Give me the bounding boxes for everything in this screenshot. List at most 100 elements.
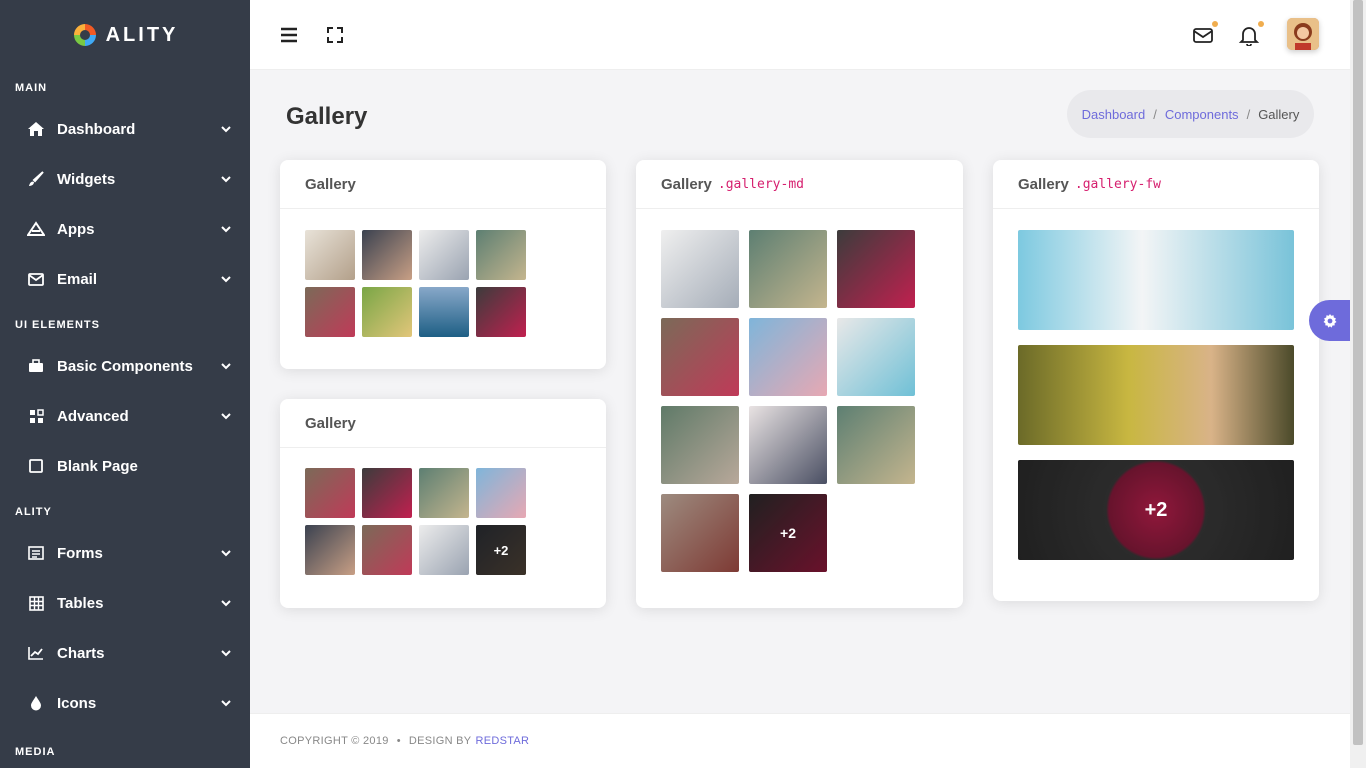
bell-icon[interactable] <box>1238 24 1260 46</box>
sidebar-item-widgets[interactable]: Widgets <box>0 154 250 204</box>
grid-icon <box>27 407 45 425</box>
gallery-thumbnail[interactable] <box>749 230 827 308</box>
breadcrumb-separator: / <box>1153 106 1157 122</box>
gallery-card-small-1: Gallery <box>280 160 606 369</box>
breadcrumb-link-dashboard[interactable]: Dashboard <box>1082 107 1146 122</box>
page-scrollbar[interactable] <box>1350 0 1366 768</box>
gallery-thumbnail[interactable] <box>476 287 526 337</box>
gallery-thumbnail[interactable] <box>837 230 915 308</box>
gallery-thumbnail[interactable] <box>305 525 355 575</box>
gallery-thumbnail[interactable] <box>837 406 915 484</box>
chevron-down-icon <box>221 650 231 657</box>
card-title: Gallery <box>1018 175 1069 193</box>
home-icon <box>27 120 45 138</box>
settings-toggle-button[interactable] <box>1309 300 1350 341</box>
gallery-card-small-2: Gallery +2 <box>280 399 606 608</box>
gallery-image-wide[interactable] <box>1018 230 1294 330</box>
sidebar-item-advanced[interactable]: Advanced <box>0 391 250 441</box>
more-count: +2 <box>476 525 526 575</box>
mail-notification-dot <box>1212 21 1218 27</box>
gallery-thumbnail[interactable] <box>749 406 827 484</box>
menu-header-ality: ALITY <box>15 506 52 518</box>
sidebar-item-icons[interactable]: Icons <box>0 678 250 728</box>
gallery-thumbnail[interactable] <box>362 468 412 518</box>
footer-designer-link[interactable]: REDSTAR <box>475 735 529 747</box>
sidebar-item-label: Blank Page <box>57 457 138 475</box>
chevron-down-icon <box>221 600 231 607</box>
chevron-down-icon <box>221 176 231 183</box>
mail-icon[interactable] <box>1192 24 1214 46</box>
gallery-thumbnail[interactable] <box>419 287 469 337</box>
footer-separator: • <box>396 735 401 747</box>
sidebar-item-basic-components[interactable]: Basic Components <box>0 341 250 391</box>
sidebar-item-label: Charts <box>57 644 105 662</box>
gallery-thumbnail[interactable] <box>476 230 526 280</box>
card-title: Gallery <box>661 175 712 193</box>
gallery-thumbnail[interactable] <box>419 525 469 575</box>
apps-icon <box>27 220 45 238</box>
chart-icon <box>27 644 45 662</box>
gallery-image-wide-more[interactable]: +2 <box>1018 460 1294 560</box>
sidebar-item-label: Tables <box>57 594 104 612</box>
more-count: +2 <box>1018 460 1294 560</box>
breadcrumb-separator: / <box>1246 106 1251 122</box>
menu-header-ui-elements: UI ELEMENTS <box>15 319 100 331</box>
gallery-thumbnail[interactable] <box>837 318 915 396</box>
gallery-thumbnail[interactable] <box>305 468 355 518</box>
breadcrumb-link-components[interactable]: Components <box>1165 107 1239 122</box>
gallery-thumbnail[interactable] <box>661 318 739 396</box>
gallery-thumbnail[interactable] <box>661 406 739 484</box>
sidebar-item-label: Forms <box>57 544 103 562</box>
gallery-thumbnail-more[interactable]: +2 <box>749 494 827 572</box>
brand-name: ALITY <box>105 23 179 46</box>
gallery-image-wide[interactable] <box>1018 345 1294 445</box>
gallery-thumbnail[interactable] <box>305 230 355 280</box>
sidebar-item-dashboard[interactable]: Dashboard <box>0 104 250 154</box>
card-header: Gallery <box>280 399 606 448</box>
chevron-down-icon <box>221 700 231 707</box>
scrollbar-thumb[interactable] <box>1353 0 1363 745</box>
card-header: Gallery <box>280 160 606 209</box>
avatar[interactable] <box>1287 18 1319 50</box>
card-header: Gallery .gallery-md <box>636 160 963 209</box>
sidebar-item-label: Icons <box>57 694 97 712</box>
gallery-thumbnail[interactable] <box>362 287 412 337</box>
gallery-thumbnail[interactable] <box>362 230 412 280</box>
sidebar-item-label: Basic Components <box>57 357 193 375</box>
gallery-thumbnail[interactable] <box>362 525 412 575</box>
gallery-card-fw: Gallery .gallery-fw +2 <box>993 160 1319 601</box>
hamburger-menu-icon[interactable] <box>278 24 300 46</box>
fullscreen-icon[interactable] <box>324 24 346 46</box>
breadcrumb: Dashboard / Components / Gallery <box>1067 90 1314 138</box>
gear-icon <box>1323 313 1336 328</box>
sidebar-item-email[interactable]: Email <box>0 254 250 304</box>
gallery-thumbnail[interactable] <box>661 494 739 572</box>
sidebar-item-apps[interactable]: Apps <box>0 204 250 254</box>
gallery-thumbnail[interactable] <box>419 230 469 280</box>
menu-header-media: MEDIA <box>15 746 56 758</box>
sidebar-item-label: Dashboard <box>57 120 136 138</box>
gallery-card-md: Gallery .gallery-md +2 <box>636 160 963 608</box>
sidebar-item-charts[interactable]: Charts <box>0 628 250 678</box>
gallery-thumbnail[interactable] <box>749 318 827 396</box>
footer: COPYRIGHT © 2019 • DESIGN BY REDSTAR <box>250 713 1350 768</box>
brand[interactable]: ALITY <box>0 0 250 70</box>
form-icon <box>27 544 45 562</box>
sidebar-item-tables[interactable]: Tables <box>0 578 250 628</box>
gallery-thumbnail[interactable] <box>305 287 355 337</box>
breadcrumb-current: Gallery <box>1258 106 1300 122</box>
more-count: +2 <box>749 494 827 572</box>
gallery-thumbnail[interactable] <box>419 468 469 518</box>
gallery-thumbnail-more[interactable]: +2 <box>476 525 526 575</box>
card-class-code: .gallery-fw <box>1074 176 1161 192</box>
sidebar-item-blank-page[interactable]: Blank Page <box>0 441 250 491</box>
card-title: Gallery <box>305 414 356 432</box>
card-class-code: .gallery-md <box>717 176 804 192</box>
card-header: Gallery .gallery-fw <box>993 160 1319 209</box>
chevron-down-icon <box>221 226 231 233</box>
gallery-thumbnail[interactable] <box>476 468 526 518</box>
gallery-thumbnail[interactable] <box>661 230 739 308</box>
drop-icon <box>27 694 45 712</box>
sidebar-item-label: Advanced <box>57 407 129 425</box>
sidebar-item-forms[interactable]: Forms <box>0 528 250 578</box>
